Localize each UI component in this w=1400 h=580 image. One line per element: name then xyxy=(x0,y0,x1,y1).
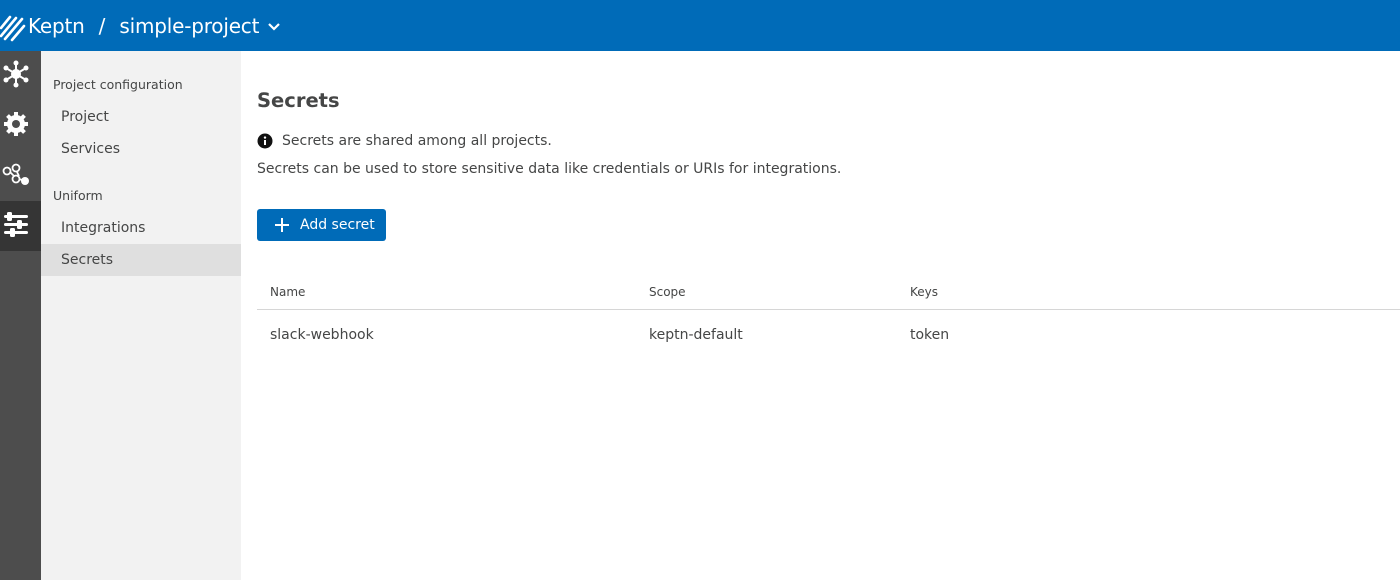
page-title: Secrets xyxy=(257,89,340,112)
plus-icon xyxy=(274,217,290,233)
breadcrumb-separator: / xyxy=(98,13,106,38)
column-header-name[interactable]: Name xyxy=(257,285,649,299)
keptn-logo-icon[interactable] xyxy=(0,8,26,44)
subnav-item-secrets[interactable]: Secrets xyxy=(41,244,241,276)
chevron-down-icon[interactable] xyxy=(267,22,281,32)
group-title-uniform: Uniform xyxy=(53,188,103,203)
info-text: Secrets are shared among all projects. xyxy=(282,133,552,149)
top-header: Keptn / simple-project xyxy=(0,0,1400,51)
environment-icon xyxy=(2,60,30,92)
subnav-item-project[interactable]: Project xyxy=(41,101,241,133)
column-header-keys[interactable]: Keys xyxy=(910,285,1400,299)
rail-environment[interactable] xyxy=(0,51,41,101)
gear-icon xyxy=(2,110,30,142)
add-secret-button[interactable]: Add secret xyxy=(257,209,386,241)
column-header-scope[interactable]: Scope xyxy=(649,285,910,299)
rail-services[interactable] xyxy=(0,101,41,151)
project-selector[interactable]: simple-project xyxy=(119,14,259,38)
add-secret-label: Add secret xyxy=(300,217,375,233)
group-title-project-configuration: Project configuration xyxy=(53,77,183,92)
subnav-item-services[interactable]: Services xyxy=(41,133,241,165)
cell-scope: keptn-default xyxy=(649,327,743,343)
info-icon xyxy=(257,133,273,149)
subnav-item-integrations[interactable]: Integrations xyxy=(41,212,241,244)
info-note: Secrets are shared among all projects. xyxy=(257,133,552,149)
secrets-table: Name Scope Keys slack-webhook keptn-defa… xyxy=(257,275,1400,360)
cell-keys: token xyxy=(910,327,950,343)
icon-rail xyxy=(0,51,41,580)
cell-name: slack-webhook xyxy=(270,327,374,343)
description-text: Secrets can be used to store sensitive d… xyxy=(257,161,842,177)
brand-name[interactable]: Keptn xyxy=(28,14,85,38)
settings-subnav: Project configuration Project Services U… xyxy=(41,51,241,580)
rail-settings[interactable] xyxy=(0,201,41,251)
rail-sequences[interactable] xyxy=(0,151,41,201)
sequences-icon xyxy=(2,160,30,192)
settings-sliders-icon xyxy=(2,210,30,242)
table-row[interactable]: slack-webhook keptn-default token xyxy=(257,310,1400,360)
table-header: Name Scope Keys xyxy=(257,275,1400,310)
